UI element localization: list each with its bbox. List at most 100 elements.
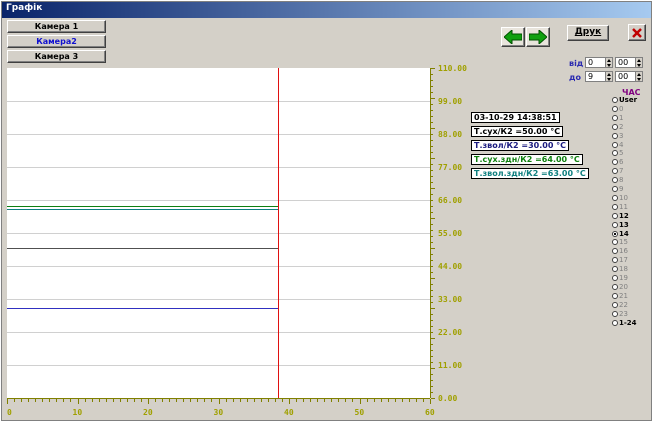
hour-radio-3[interactable]: 3	[612, 132, 623, 141]
hour-radio-User[interactable]: User	[612, 96, 637, 105]
x-tick	[70, 399, 72, 402]
y-tick	[431, 224, 433, 225]
chart-cursor-line[interactable]	[278, 68, 280, 398]
y-tick	[431, 338, 435, 339]
y-tick	[431, 326, 433, 327]
gridline	[7, 332, 430, 333]
hour-radio-15[interactable]: 15	[612, 238, 628, 247]
radio-label: 19	[619, 274, 628, 282]
hour-radio-14[interactable]: 14	[612, 230, 629, 239]
x-tick	[91, 399, 93, 402]
y-tick	[431, 278, 435, 279]
hour-radio-2[interactable]: 2	[612, 123, 623, 132]
to-minute-stepper[interactable]	[635, 71, 643, 82]
radio-dot	[612, 168, 618, 175]
hour-radio-9[interactable]: 9	[612, 185, 623, 194]
title-bar[interactable]: Графік	[2, 2, 651, 18]
hour-radio-1[interactable]: 1	[612, 114, 623, 123]
close-icon	[632, 28, 642, 38]
camera-1-button[interactable]: Камера 1	[7, 20, 106, 33]
x-tick	[366, 399, 368, 402]
to-hour-stepper[interactable]	[605, 71, 613, 82]
x-tick	[345, 399, 347, 402]
x-tick	[140, 399, 142, 402]
y-tick	[431, 170, 433, 171]
hour-radio-0[interactable]: 0	[612, 105, 623, 114]
hour-radio-20[interactable]: 20	[612, 283, 628, 292]
back-button[interactable]	[501, 27, 525, 47]
x-tick	[211, 399, 213, 402]
x-tick-label: 60	[425, 408, 435, 417]
y-tick	[431, 314, 433, 315]
radio-dot	[612, 186, 618, 192]
y-tick	[431, 248, 435, 249]
hour-radio-13[interactable]: 13	[612, 221, 629, 230]
radio-label: 4	[619, 140, 624, 149]
hour-radio-10[interactable]: 10	[612, 194, 628, 203]
hour-radio-6[interactable]: 6	[612, 158, 623, 167]
y-tick	[431, 386, 433, 387]
y-tick-label: 44.00	[438, 262, 463, 271]
x-tick	[56, 399, 58, 402]
forward-button[interactable]	[526, 27, 550, 47]
hour-radio-19[interactable]: 19	[612, 274, 628, 283]
y-tick-label: 77.00	[438, 163, 463, 172]
radio-label: 3	[619, 131, 624, 140]
series-line	[7, 209, 279, 210]
y-tick	[431, 272, 433, 273]
chart-plot-area[interactable]	[7, 68, 430, 398]
series-line	[7, 308, 279, 309]
hour-radio-5[interactable]: 5	[612, 149, 623, 158]
hour-radio-8[interactable]: 8	[612, 176, 623, 185]
radio-dot	[612, 212, 618, 219]
print-button[interactable]: Друк	[567, 25, 609, 41]
y-tick	[431, 128, 435, 129]
hour-radio-22[interactable]: 22	[612, 301, 628, 310]
x-tick	[394, 399, 396, 402]
hour-radio-11[interactable]: 11	[612, 203, 628, 212]
radio-label: 17	[619, 256, 628, 265]
y-tick	[431, 146, 433, 147]
y-tick	[431, 368, 435, 369]
radio-dot	[612, 221, 618, 228]
y-tick	[431, 344, 433, 345]
hour-radio-18[interactable]: 18	[612, 265, 628, 274]
x-tick	[119, 399, 121, 402]
hour-radio-4[interactable]: 4	[612, 141, 623, 150]
hour-radio-12[interactable]: 12	[612, 212, 629, 221]
camera-2-button[interactable]: Камера2	[7, 35, 106, 48]
x-tick	[169, 399, 171, 402]
from-minute-stepper[interactable]	[635, 57, 643, 68]
hour-radio-7[interactable]: 7	[612, 167, 623, 176]
hour-radio-1-24[interactable]: 1-24	[612, 319, 637, 328]
x-tick	[281, 399, 283, 402]
y-tick	[431, 254, 433, 255]
arrow-left-icon	[503, 28, 523, 46]
y-tick	[431, 104, 433, 105]
y-tick-label: 33.00	[438, 295, 463, 304]
x-tick	[267, 399, 269, 402]
gridline	[7, 365, 430, 366]
radio-label: 1-24	[619, 318, 637, 327]
y-tick	[431, 260, 433, 261]
gridline	[7, 134, 430, 135]
camera-3-button[interactable]: Камера 3	[7, 50, 106, 63]
gridline	[7, 167, 430, 168]
y-tick	[431, 158, 435, 159]
hour-radio-23[interactable]: 23	[612, 310, 628, 319]
hour-radio-17[interactable]: 17	[612, 256, 628, 265]
hour-radio-16[interactable]: 16	[612, 247, 628, 256]
x-tick	[84, 399, 86, 402]
close-button[interactable]	[628, 24, 646, 41]
x-tick	[338, 399, 340, 402]
x-tick-label: 50	[354, 408, 365, 417]
series-line	[7, 248, 279, 249]
x-tick	[415, 399, 417, 402]
from-hour-stepper[interactable]	[605, 57, 613, 68]
x-tick	[225, 399, 227, 402]
y-tick-label: 22.00	[438, 328, 463, 337]
y-tick	[431, 176, 433, 177]
info-line-dry-set: Т.сух.здн/К2 =64.00 °C	[471, 154, 583, 165]
hour-radio-21[interactable]: 21	[612, 292, 628, 301]
y-tick	[431, 398, 435, 399]
